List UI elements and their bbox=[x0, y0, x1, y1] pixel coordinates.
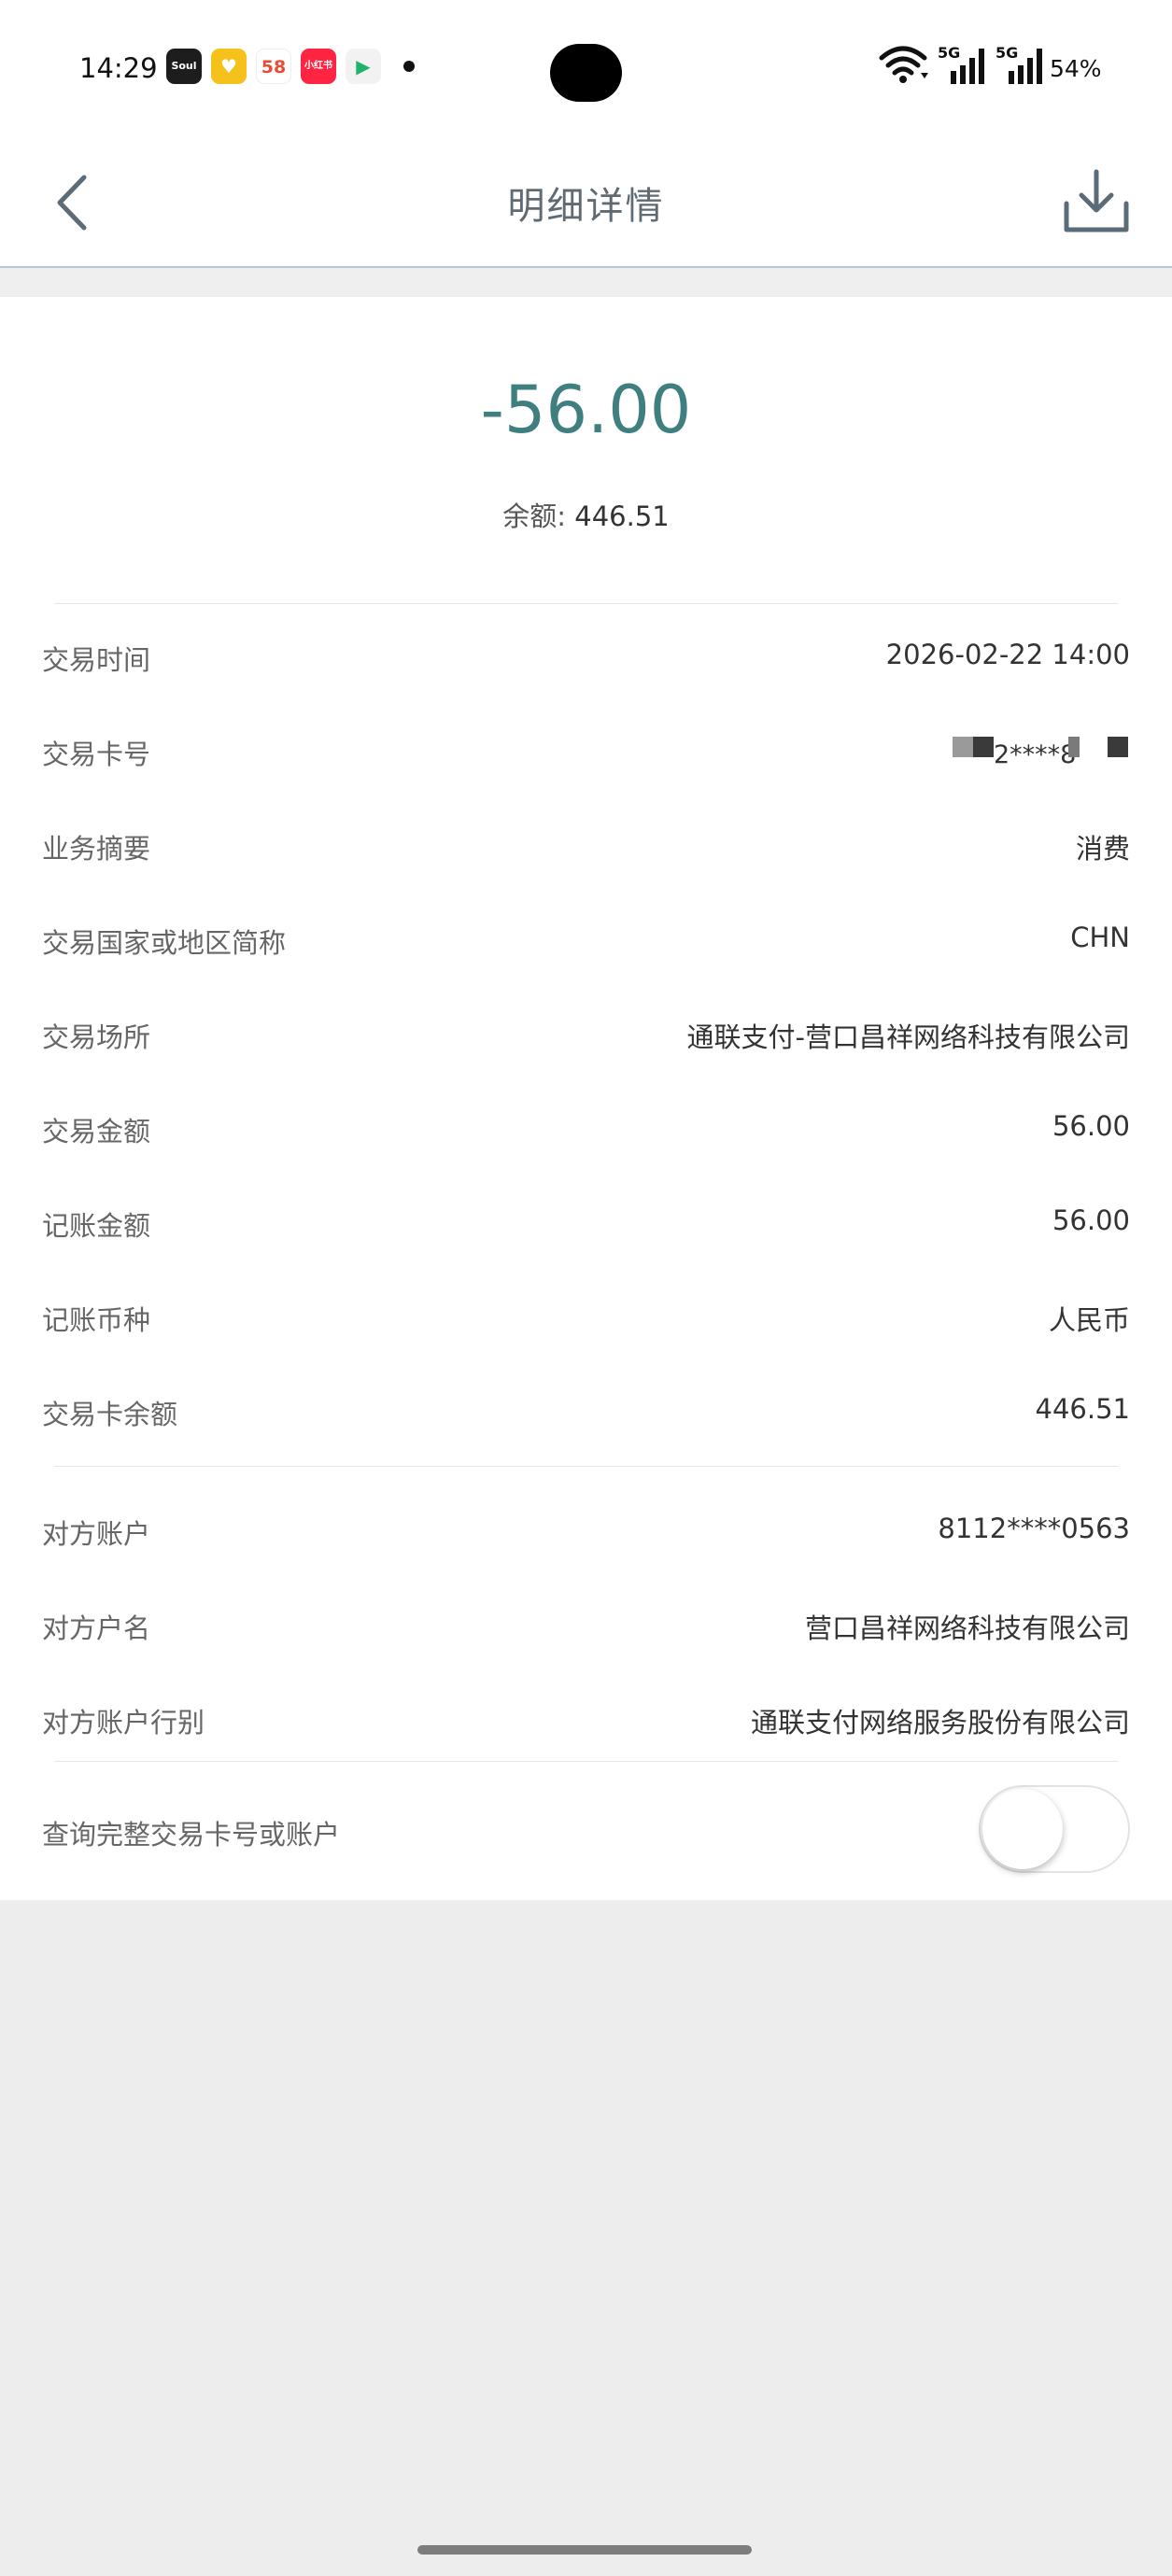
divider bbox=[54, 603, 1118, 604]
soul-app-icon: Soul bbox=[166, 49, 202, 84]
detail-label: 交易卡号 bbox=[42, 739, 151, 770]
detail-row-summary: 业务摘要 消费 bbox=[0, 816, 1172, 872]
query-full-account-toggle[interactable] bbox=[979, 1785, 1130, 1873]
detail-label: 交易场所 bbox=[42, 1021, 151, 1053]
detail-row-transaction-amount: 交易金额 56.00 bbox=[0, 1099, 1172, 1155]
detail-label: 对方账户 bbox=[42, 1518, 151, 1550]
detail-value: 通联支付-营口昌祥网络科技有限公司 bbox=[686, 1021, 1130, 1053]
detail-label: 对方户名 bbox=[42, 1612, 151, 1644]
detail-label: 交易国家或地区简称 bbox=[42, 927, 287, 959]
detail-value: 消费 bbox=[1075, 833, 1130, 865]
app-58-icon: 58 bbox=[256, 49, 291, 84]
detail-label: 记账币种 bbox=[42, 1304, 151, 1336]
detail-value: 446.51 bbox=[1035, 1393, 1130, 1425]
page-title: 明细详情 bbox=[507, 185, 665, 228]
detail-value: 通联支付网络服务股份有限公司 bbox=[750, 1707, 1130, 1738]
svg-text:5G: 5G bbox=[995, 44, 1018, 62]
divider bbox=[54, 1761, 1118, 1762]
video-app-icon: ▶ bbox=[346, 49, 381, 84]
status-bar: 14:29 Soul ♥ 58 小红书 ▶ 5G 5G 54% bbox=[0, 0, 1172, 140]
balance-label: 余额: bbox=[502, 500, 567, 532]
heart-app-icon: ♥ bbox=[211, 49, 247, 84]
signal-5g-icon-2: 5G bbox=[995, 44, 1042, 84]
divider bbox=[54, 1466, 1118, 1467]
svg-text:5G: 5G bbox=[938, 44, 960, 62]
transaction-amount: -56.00 bbox=[480, 372, 692, 448]
more-notifications-dot-icon bbox=[403, 61, 415, 72]
detail-label: 业务摘要 bbox=[42, 833, 151, 865]
detail-label: 交易时间 bbox=[42, 644, 151, 676]
detail-value: 2026-02-22 14:00 bbox=[885, 639, 1130, 670]
detail-row-merchant: 交易场所 通联支付-营口昌祥网络科技有限公司 bbox=[0, 1005, 1172, 1061]
svg-text:2****8: 2****8 bbox=[994, 740, 1076, 768]
query-full-account-row: 查询完整交易卡号或账户 bbox=[0, 1785, 1172, 1873]
toggle-knob bbox=[982, 1789, 1063, 1869]
counterparty-row-name: 对方户名 营口昌祥网络科技有限公司 bbox=[0, 1596, 1172, 1652]
xiaohongshu-app-icon: 小红书 bbox=[301, 49, 336, 84]
detail-label: 记账金额 bbox=[42, 1210, 151, 1242]
detail-row-posted-amount: 记账金额 56.00 bbox=[0, 1193, 1172, 1249]
counterparty-row-bank: 对方账户行别 通联支付网络服务股份有限公司 bbox=[0, 1690, 1172, 1746]
transaction-detail-screen: 14:29 Soul ♥ 58 小红书 ▶ 5G 5G 54% 明细详情 -56… bbox=[0, 0, 1172, 2576]
detail-label: 对方账户行别 bbox=[42, 1707, 205, 1738]
signal-5g-icon-1: 5G bbox=[938, 44, 984, 84]
status-time: 14:29 bbox=[79, 52, 158, 84]
balance-line: 余额: 446.51 bbox=[0, 495, 1172, 534]
detail-row-currency: 记账币种 人民币 bbox=[0, 1288, 1172, 1344]
nav-bar: 明细详情 bbox=[0, 140, 1172, 268]
detail-value: 56.00 bbox=[1052, 1110, 1130, 1142]
download-button[interactable] bbox=[1061, 166, 1132, 237]
transaction-card: -56.00 余额: 446.51 交易时间 2026-02-22 14:00 … bbox=[0, 297, 1172, 1900]
counterparty-row-account: 对方账户 8112****0563 bbox=[0, 1501, 1172, 1557]
wifi-icon bbox=[879, 46, 928, 83]
detail-value: 营口昌祥网络科技有限公司 bbox=[804, 1612, 1130, 1644]
home-indicator[interactable] bbox=[417, 2545, 752, 2555]
detail-row-card-number: 交易卡号 2****8 bbox=[0, 722, 1172, 778]
query-label: 查询完整交易卡号或账户 bbox=[42, 1819, 341, 1851]
detail-row-country: 交易国家或地区简称 CHN bbox=[0, 910, 1172, 966]
detail-label: 交易卡余额 bbox=[42, 1399, 178, 1430]
section-gap bbox=[0, 270, 1172, 297]
detail-label: 交易金额 bbox=[42, 1116, 151, 1147]
balance-value: 446.51 bbox=[574, 500, 670, 532]
battery-percentage: 54% bbox=[1050, 55, 1102, 82]
masked-card-number: 2****8 bbox=[953, 737, 1128, 768]
download-icon bbox=[1064, 169, 1129, 232]
detail-value: CHN bbox=[1070, 922, 1130, 953]
detail-value: 56.00 bbox=[1052, 1204, 1130, 1236]
detail-value: 8112****0563 bbox=[938, 1513, 1130, 1544]
detail-value: 人民币 bbox=[1048, 1304, 1130, 1336]
detail-row-card-balance: 交易卡余额 446.51 bbox=[0, 1382, 1172, 1438]
camera-cutout bbox=[550, 44, 622, 102]
detail-row-time: 交易时间 2026-02-22 14:00 bbox=[0, 627, 1172, 683]
